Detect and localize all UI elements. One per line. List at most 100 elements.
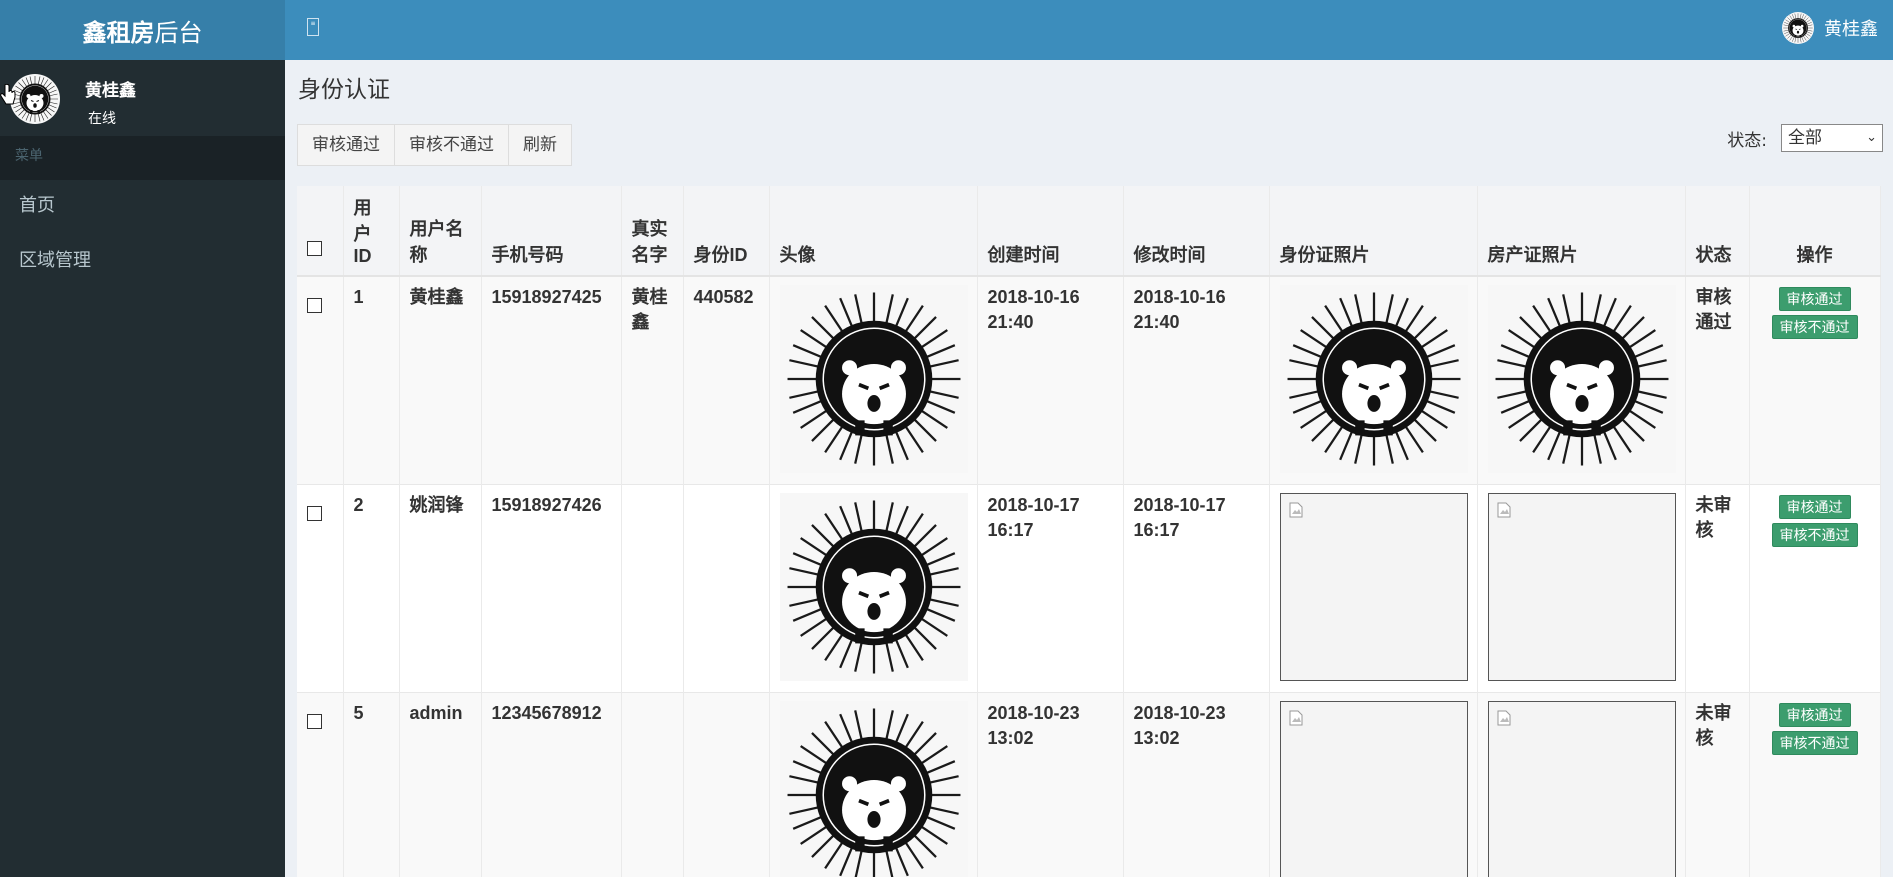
broken-image[interactable] (1279, 700, 1468, 877)
cell-deed-photo (1477, 484, 1686, 692)
header-status: 状态 (1685, 186, 1750, 277)
sidebar-avatar-icon (10, 74, 60, 124)
table-row: 5 admin 12345678912 2018-10-23 13:02 201… (297, 692, 1881, 877)
top-navbar: ≡ 黄桂鑫 (285, 0, 1893, 60)
cell-user-id: 1 (343, 276, 400, 484)
user-avatar-icon (1782, 12, 1814, 44)
cell-user-id: 5 (343, 692, 400, 877)
chevron-down-icon: ⌄ (1866, 130, 1877, 145)
row-approve-button[interactable]: 审核通过 (1778, 287, 1851, 311)
cell-modified-time: 2018-10-23 13:02 (1123, 692, 1270, 877)
row-select-cell (297, 276, 344, 484)
sidebar-item-area-management[interactable]: 区域管理 (0, 235, 285, 290)
header-user-id: 用户ID (343, 186, 400, 277)
cell-operations: 审核通过 审核不通过 (1749, 276, 1881, 484)
header-real-name: 真实名字 (621, 186, 684, 277)
broken-image-icon (1497, 710, 1511, 726)
action-button-group: 审核通过 审核不通过 刷新 (297, 124, 572, 166)
page-title: 身份认证 (298, 77, 390, 103)
row-select-cell (297, 484, 344, 692)
broken-image-icon (1289, 710, 1303, 726)
header-modified-time: 修改时间 (1123, 186, 1270, 277)
hedgehog-avatar-icon[interactable] (1279, 285, 1468, 473)
brand-light: 后台 (154, 18, 203, 47)
cell-deed-photo (1477, 692, 1686, 877)
menu-toggle-icon[interactable]: ≡ (307, 18, 319, 36)
sidebar-user-panel: 黄桂鑫 在线 (0, 60, 285, 136)
table-header-row: 用户ID 用户名称 手机号码 真实名字 身份ID 头像 创建时间 修改时间 身份… (297, 186, 1881, 277)
select-all-checkbox[interactable] (307, 241, 322, 256)
refresh-button[interactable]: 刷新 (508, 124, 572, 166)
cell-real-name (621, 484, 684, 692)
cell-id-photo (1269, 484, 1478, 692)
cell-phone: 15918927426 (481, 484, 622, 692)
brand-logo[interactable]: 鑫租房 后台 (0, 0, 285, 60)
cell-avatar (769, 276, 978, 484)
sidebar-item-home[interactable]: 首页 (0, 180, 285, 235)
row-reject-button[interactable]: 审核不通过 (1771, 315, 1858, 339)
cell-deed-photo (1477, 276, 1686, 484)
header-username: 用户名称 (399, 186, 482, 277)
menu-header: 菜单 (0, 136, 285, 180)
cell-id-number: 440582 (683, 276, 770, 484)
header-deed-photo: 房产证照片 (1477, 186, 1686, 277)
cell-id-number (683, 484, 770, 692)
sidebar-user-status: 在线 (88, 111, 116, 127)
cell-modified-time: 2018-10-16 21:40 (1123, 276, 1270, 484)
broken-image[interactable] (1487, 700, 1676, 877)
header-id-number: 身份ID (683, 186, 770, 277)
row-reject-button[interactable]: 审核不通过 (1771, 730, 1858, 755)
main-content: 身份认证 审核通过 审核不通过 刷新 状态: 全部 ⌄ 用户ID 用户名称 手机… (285, 60, 1893, 877)
hand-cursor-icon (0, 84, 16, 105)
row-checkbox[interactable] (307, 505, 322, 521)
cell-real-name (621, 692, 684, 877)
cell-id-number (683, 692, 770, 877)
cell-id-photo (1269, 692, 1478, 877)
cell-real-name: 黄桂鑫 (621, 276, 684, 484)
cell-username: 姚润锋 (399, 484, 482, 692)
row-select-cell (297, 692, 344, 877)
cell-username: 黄桂鑫 (399, 276, 482, 484)
status-select[interactable]: 全部 ⌄ (1781, 124, 1883, 152)
header-id-photo: 身份证照片 (1269, 186, 1478, 277)
cell-created-time: 2018-10-17 16:17 (977, 484, 1124, 692)
cell-modified-time: 2018-10-17 16:17 (1123, 484, 1270, 692)
cell-status: 未审核 (1685, 692, 1750, 877)
cell-avatar (769, 692, 978, 877)
sidebar: 黄桂鑫 在线 菜单 首页 区域管理 (0, 60, 285, 877)
verification-table: 用户ID 用户名称 手机号码 真实名字 身份ID 头像 创建时间 修改时间 身份… (297, 186, 1881, 877)
table-row: 1 黄桂鑫 15918927425 黄桂鑫 440582 2018-10-16 … (297, 276, 1881, 484)
hedgehog-avatar-icon[interactable] (1487, 285, 1676, 473)
sidebar-user-name: 黄桂鑫 (85, 81, 136, 101)
cell-operations: 审核通过 审核不通过 (1749, 484, 1881, 692)
row-approve-button[interactable]: 审核通过 (1778, 494, 1851, 519)
broken-image[interactable] (1279, 492, 1468, 681)
table-row: 2 姚润锋 15918927426 2018-10-17 16:17 2018-… (297, 484, 1881, 692)
cell-created-time: 2018-10-16 21:40 (977, 276, 1124, 484)
cell-created-time: 2018-10-23 13:02 (977, 692, 1124, 877)
broken-image-icon (1289, 502, 1303, 518)
row-checkbox[interactable] (307, 713, 322, 729)
cell-avatar (769, 484, 978, 692)
row-reject-button[interactable]: 审核不通过 (1771, 522, 1858, 547)
header-created-time: 创建时间 (977, 186, 1124, 277)
status-select-value: 全部 (1788, 128, 1822, 148)
approve-button[interactable]: 审核通过 (297, 124, 395, 166)
cell-operations: 审核通过 审核不通过 (1749, 692, 1881, 877)
status-filter-label: 状态: (1727, 130, 1767, 151)
select-all-cell (297, 186, 344, 277)
hedgehog-avatar-icon[interactable] (779, 285, 968, 473)
reject-button[interactable]: 审核不通过 (394, 124, 509, 166)
row-checkbox[interactable] (307, 298, 322, 313)
user-menu[interactable]: 黄桂鑫 (1782, 12, 1878, 44)
cell-phone: 12345678912 (481, 692, 622, 877)
broken-image-icon (1497, 502, 1511, 518)
broken-image[interactable] (1487, 492, 1676, 681)
status-filter: 状态: 全部 ⌄ (1727, 124, 1883, 152)
brand-bold: 鑫租房 (82, 18, 155, 47)
hedgehog-avatar-icon[interactable] (779, 700, 968, 877)
cell-phone: 15918927425 (481, 276, 622, 484)
hedgehog-avatar-icon[interactable] (779, 492, 968, 681)
header-user-name: 黄桂鑫 (1824, 19, 1878, 40)
row-approve-button[interactable]: 审核通过 (1778, 702, 1851, 727)
